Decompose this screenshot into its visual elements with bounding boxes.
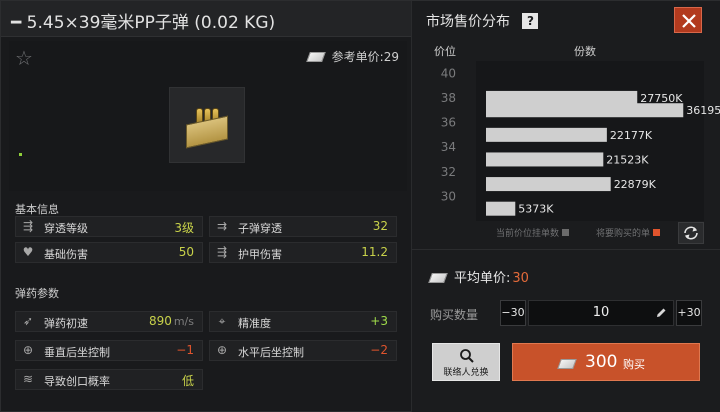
legend-buy-swatch	[653, 229, 661, 236]
stat-accuracy: ⌖ 精准度 +3	[209, 311, 397, 332]
item-title-text: 5.45×39毫米PP子弹 (0.02 KG)	[26, 13, 276, 33]
stat-base-damage: ♥ 基础伤害 50	[15, 242, 203, 263]
status-dot	[19, 153, 22, 156]
chart-bar	[486, 177, 611, 192]
chart-bar	[486, 127, 607, 142]
ammo-box-icon	[182, 106, 232, 149]
vertical-recoil-icon: ⊕	[22, 343, 34, 357]
stat-vertical-recoil: ⊕ 垂直后坐控制 −1	[15, 340, 203, 361]
bar-value-label: 22879K	[614, 178, 657, 191]
quantity-input[interactable]: 10	[528, 300, 674, 326]
broken-heart-icon: ♥	[22, 245, 34, 259]
pencil-icon[interactable]	[655, 307, 667, 319]
bar-value-label: 36195K	[686, 104, 720, 117]
buy-button[interactable]: 300 购买	[512, 343, 700, 381]
chart-bar	[486, 90, 638, 105]
bar-value-label: 21523K	[606, 153, 649, 166]
stat-bullet-penetration: ⇉ 子弹穿透 32	[209, 216, 397, 237]
price-tick-label: 32	[441, 165, 456, 179]
price-distribution-chart: 40 38 36 34 32 30 27750K36195K 22177K 21523K 2287…	[441, 66, 720, 216]
chart-bar	[486, 103, 684, 118]
price-tick-label: 40	[441, 66, 456, 80]
close-button[interactable]	[674, 7, 702, 33]
velocity-icon: ➶	[22, 314, 34, 328]
search-icon	[460, 349, 474, 363]
close-icon	[682, 14, 696, 28]
section-ammo-params: 弹药参数	[15, 287, 59, 300]
bar-value-label: 27750K	[640, 92, 683, 105]
price-tick-label: 36	[441, 116, 456, 130]
item-title: ━ 5.45×39毫米PP子弹 (0.02 KG)	[11, 8, 275, 33]
refresh-icon	[684, 226, 698, 240]
star-icon[interactable]: ☆	[15, 48, 33, 68]
reference-price: 参考单价:29	[306, 48, 399, 65]
quantity-label: 购买数量	[430, 308, 479, 322]
legend-buy: 将要购买的单	[596, 226, 661, 239]
penetration-icon: ⇶	[22, 219, 34, 233]
armor-damage-icon: ⇶	[216, 245, 228, 259]
wound-chance-icon: ≋	[22, 372, 34, 386]
money-icon	[306, 52, 326, 62]
horizontal-recoil-icon: ⊕	[216, 343, 228, 357]
legend-current-swatch	[562, 229, 570, 236]
bullet-penetration-icon: ⇉	[216, 219, 228, 233]
item-details-panel: ━ 5.45×39毫米PP子弹 (0.02 KG) ☆ 参考单价:29 基本信息…	[1, 1, 411, 412]
price-tick-label: 34	[441, 140, 456, 154]
market-title: 市场售价分布 ?	[426, 11, 539, 31]
divider	[412, 249, 720, 250]
price-tick-label: 38	[441, 91, 456, 105]
purchase-dialog: ━ 5.45×39毫米PP子弹 (0.02 KG) ☆ 参考单价:29 基本信息…	[0, 0, 720, 412]
title-bar: ━ 5.45×39毫米PP子弹 (0.02 KG)	[1, 1, 411, 37]
refresh-button[interactable]	[678, 222, 704, 244]
market-panel: 市场售价分布 ? 价位 份数 40 38 36 34 32 30 27750K36195K 2…	[411, 1, 720, 412]
col-count-header: 份数	[574, 45, 596, 58]
average-price: 平均单价: 30	[428, 267, 529, 286]
stat-muzzle-velocity: ➶ 弹药初速 890 m/s	[15, 311, 203, 332]
stat-horizontal-recoil: ⊕ 水平后坐控制 −2	[209, 340, 397, 361]
col-price-header: 价位	[434, 45, 456, 58]
chart-bar	[486, 152, 604, 167]
stat-wound-chance: ≋ 导致创口概率 低	[15, 369, 203, 390]
quantity-minus-button[interactable]: −30	[500, 300, 526, 326]
help-icon[interactable]: ?	[522, 13, 539, 29]
money-icon	[428, 273, 448, 283]
bar-value-label: 22177K	[610, 129, 653, 142]
item-image	[169, 87, 245, 163]
stat-armor-damage: ⇶ 护甲伤害 11.2	[209, 242, 397, 263]
price-tick-label: 30	[441, 189, 456, 203]
money-icon	[557, 359, 577, 369]
stat-penetration-level: ⇶ 穿透等级 3级	[15, 216, 203, 237]
accuracy-icon: ⌖	[218, 314, 226, 328]
contact-exchange-button[interactable]: 联络人兑换	[432, 343, 500, 381]
legend-current: 当前价位挂单数	[496, 226, 570, 239]
section-basic-info: 基本信息	[15, 203, 59, 216]
chart-bar	[486, 201, 516, 216]
quantity-plus-button[interactable]: +30	[676, 300, 702, 326]
reference-price-label: 参考单价:29	[331, 50, 399, 64]
bar-value-label: 5373K	[518, 203, 554, 216]
dash-icon: ━	[11, 13, 22, 33]
